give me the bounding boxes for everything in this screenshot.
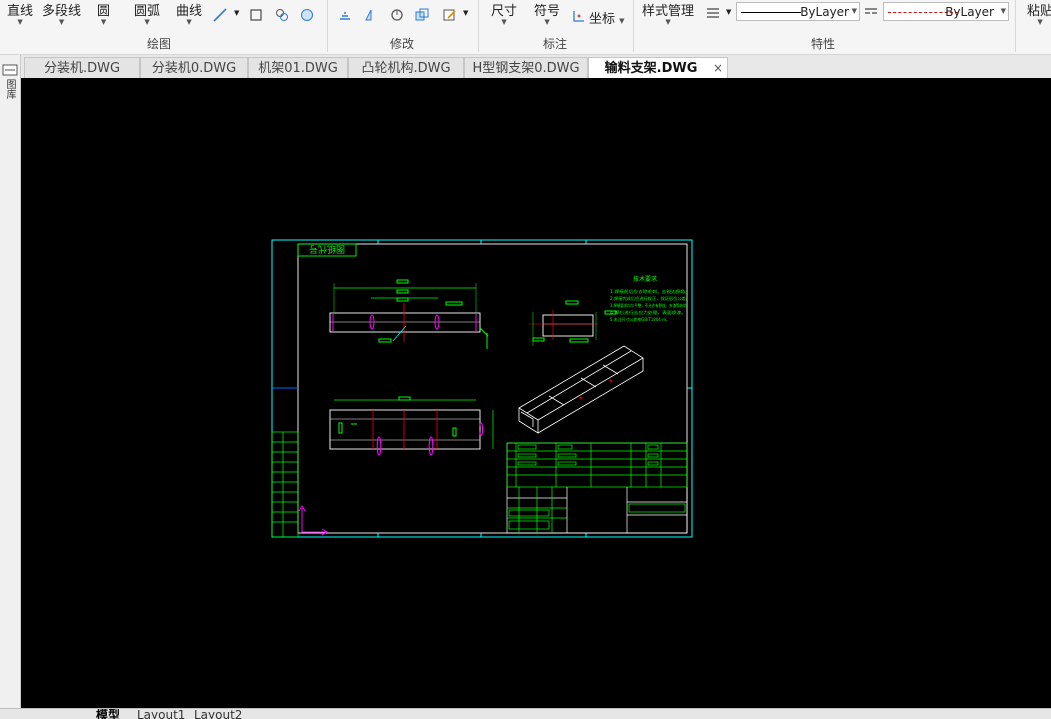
divider [1015, 0, 1016, 52]
diagonal-line-icon[interactable] [213, 8, 227, 22]
tech-req-line: 1.焊接前后应去除毛刺，去锐边倒角。 [610, 288, 690, 294]
polyline-label: 多段线 [42, 4, 82, 19]
edit-icon[interactable] [443, 8, 457, 22]
document-tab-bar: 分装机.DWG 分装机0.DWG 机架01.DWG 凸轮机构.DWG H型钢支架… [0, 55, 1051, 79]
close-icon[interactable]: × [713, 58, 723, 79]
arc-button[interactable]: 圆弧 ▼ [134, 0, 160, 26]
chevron-down-icon: ▼ [17, 18, 23, 26]
frame-ticks [272, 240, 692, 537]
rotate-icon[interactable] [390, 8, 404, 22]
ribbon: 直线 ▼ 多段线 ▼ 圆 ▼ 圆弧 ▼ 曲线 ▼ ▼ 绘图 ▼ 修改 尺寸 ▼ … [0, 0, 1051, 55]
linetype-icon[interactable] [864, 5, 878, 19]
paste-button[interactable]: 粘贴 ▼ [1027, 0, 1051, 26]
sheet-border [271, 239, 693, 538]
tab-label: 分装机.DWG [43, 61, 121, 76]
layout-tab-bar: 模型 Layout1 Layout2 [0, 708, 1051, 719]
tab-document[interactable]: 分装机.DWG [24, 57, 140, 78]
properties-group-label: 特性 [811, 37, 836, 51]
arc-label: 圆弧 [134, 4, 161, 19]
move-icon[interactable] [338, 8, 352, 22]
ucs-icon [298, 505, 328, 536]
coordinate-icon[interactable] [572, 9, 586, 23]
chevron-down-icon: ▼ [1037, 18, 1043, 26]
tab-document[interactable]: 分装机0.DWG [140, 57, 248, 78]
tech-req-line: 3.焊缝要求均匀平整，不允许有裂纹、夹渣等缺陷。 [610, 302, 690, 308]
chevron-down-icon[interactable]: ▼ [726, 8, 731, 16]
chevron-down-icon: ▼ [544, 18, 550, 26]
coordinate-label: 坐标 [589, 12, 616, 27]
chevron-down-icon[interactable]: ▼ [463, 9, 468, 17]
annotate-group-label: 标注 [543, 37, 568, 51]
tech-req-line: 4.焊后进行去应力处理，表面喷漆。 [610, 309, 686, 315]
plan-view [329, 396, 494, 456]
chevron-down-icon: ▼ [144, 18, 150, 26]
left-title-strip [271, 431, 299, 538]
palette-toggle-icon[interactable] [2, 64, 18, 76]
cad-drawing[interactable]: 图纸代号 技术要求 1.焊接前后应去除毛刺，去锐边倒角。 2.焊接完成后应进行校… [21, 78, 1051, 708]
divider [633, 0, 634, 52]
drawing-frame [297, 243, 688, 534]
symbol-label: 符号 [534, 4, 561, 19]
dimension-label: 尺寸 [491, 4, 518, 19]
tab-label: 分装机0.DWG [151, 61, 237, 76]
line-label: 直线 [7, 4, 34, 19]
chevron-down-icon: ▼ [619, 17, 625, 25]
title-block [506, 442, 688, 534]
tab-label: H型钢支架0.DWG [472, 61, 580, 76]
side-view [529, 300, 617, 346]
region-icon[interactable] [300, 8, 314, 22]
tech-requirements: 技术要求 1.焊接前后应去除毛刺，去锐边倒角。 2.焊接完成后应进行校正，保证形… [610, 275, 690, 322]
linetype-select-2[interactable]: ByLayer ▼ [883, 2, 1009, 21]
line-button[interactable]: 直线 ▼ [7, 0, 33, 26]
style-manager-label: 样式管理 [642, 4, 695, 19]
library-panel-label[interactable]: 图库 [3, 79, 15, 99]
chevron-down-icon[interactable]: ▼ [234, 9, 239, 17]
front-view [329, 279, 489, 349]
style-manager-button[interactable]: 样式管理 ▼ [642, 0, 694, 26]
tab-document[interactable]: H型钢支架0.DWG [464, 57, 588, 78]
chevron-down-icon: ▼ [665, 18, 671, 26]
tab-label: 输料支架.DWG [604, 61, 698, 76]
polyline-button[interactable]: 多段线 ▼ [42, 0, 81, 26]
tech-req-title: 技术要求 [633, 275, 657, 283]
chevron-down-icon: ▼ [186, 18, 192, 26]
circle-label: 圆 [97, 4, 111, 19]
linetype-value-2: ByLayer [945, 5, 994, 19]
chevron-down-icon: ▼ [58, 18, 65, 26]
isometric-view [518, 345, 644, 434]
curve-label: 曲线 [176, 4, 203, 19]
tab-label: 机架01.DWG [258, 61, 338, 76]
lineweight-icon[interactable] [706, 6, 720, 20]
linetype-value: ByLayer [800, 5, 849, 19]
divider [478, 0, 479, 52]
divider [327, 0, 328, 52]
paste-label: 粘贴 [1027, 4, 1051, 19]
symbol-button[interactable]: 符号 ▼ [534, 0, 560, 26]
hatch-icon[interactable] [275, 8, 289, 22]
tech-req-line: 2.焊接完成后应进行校正，保证形位公差。 [610, 295, 690, 301]
modify-group-label: 修改 [390, 37, 415, 51]
tab-document[interactable]: 凸轮机构.DWG [348, 57, 464, 78]
linetype-select[interactable]: ByLayer ▼ [736, 2, 860, 21]
tab-document-active[interactable]: 输料支架.DWG × [588, 57, 728, 79]
rectangle-icon[interactable] [249, 8, 263, 22]
chevron-down-icon: ▼ [851, 7, 857, 15]
chevron-down-icon: ▼ [501, 18, 507, 26]
copy-icon[interactable] [415, 8, 429, 22]
left-side-panel: 图库 [0, 55, 21, 718]
mirror-icon[interactable] [364, 8, 378, 22]
coordinate-button[interactable]: 坐标 ▼ [589, 8, 625, 27]
drawing-code-text: 图纸代号 [309, 243, 345, 255]
drawing-canvas[interactable]: 图纸代号 技术要求 1.焊接前后应去除毛刺，去锐边倒角。 2.焊接完成后应进行校… [21, 78, 1051, 708]
chevron-down-icon: ▼ [1000, 7, 1006, 15]
curve-button[interactable]: 曲线 ▼ [176, 0, 202, 26]
draw-group-label: 绘图 [147, 37, 172, 51]
chevron-down-icon: ▼ [100, 18, 107, 26]
tab-label: 凸轮机构.DWG [361, 61, 451, 76]
dimension-button[interactable]: 尺寸 ▼ [491, 0, 517, 26]
tab-document[interactable]: 机架01.DWG [248, 57, 348, 78]
tech-req-line: 5.未注尺寸公差按GB/T1804-m。 [610, 316, 670, 322]
solid-line-sample [741, 12, 801, 13]
circle-button[interactable]: 圆 ▼ [97, 0, 110, 26]
